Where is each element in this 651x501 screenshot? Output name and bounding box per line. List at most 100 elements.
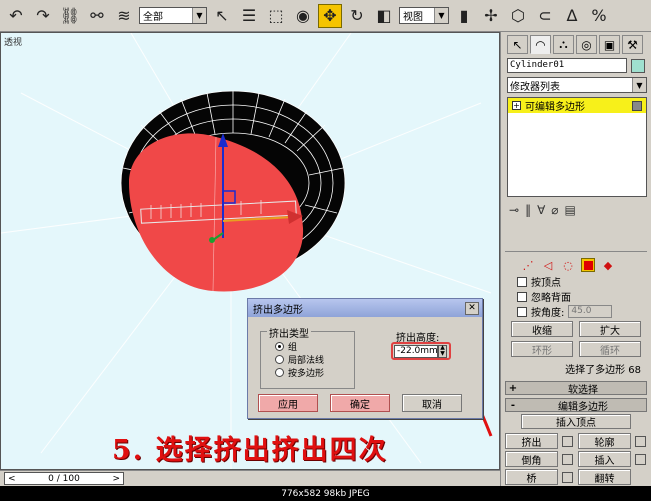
height-spinner[interactable]: ▲ ▼ xyxy=(438,344,447,358)
outline-button[interactable]: 轮廓 xyxy=(578,433,631,449)
soft-selection-label: 软选择 xyxy=(568,384,598,396)
unlink-icon[interactable]: ⚯ xyxy=(85,4,109,28)
radio-by-polygon-option[interactable]: 按多边形 xyxy=(261,366,354,379)
create-tab[interactable]: ↖ xyxy=(507,35,528,54)
cancel-button[interactable]: 取消 xyxy=(402,394,462,412)
motion-tab[interactable]: ◎ xyxy=(576,35,597,54)
expand-icon: + xyxy=(508,382,518,394)
apply-button[interactable]: 应用 xyxy=(258,394,318,412)
chevron-down-icon: ▼ xyxy=(192,8,206,23)
loop-button[interactable]: 循环 xyxy=(579,341,641,357)
rotate-icon[interactable]: ↻ xyxy=(345,4,369,28)
panel-tabs: ↖ ◠ ⛬ ◎ ▣ ⚒ xyxy=(501,32,651,54)
window-crossing-icon[interactable]: ◉ xyxy=(291,4,315,28)
radio-button-local-normal[interactable] xyxy=(275,355,284,364)
show-end-result-icon[interactable]: ‖ xyxy=(525,203,531,217)
by-angle-row[interactable]: 按角度: 45.0 xyxy=(505,304,647,319)
extrusion-height-input[interactable]: -22.0mm xyxy=(394,344,438,358)
close-icon[interactable]: ✕ xyxy=(465,301,479,315)
extrusion-type-label: 挤出类型 xyxy=(267,325,311,340)
bridge-button[interactable]: 桥 xyxy=(505,469,558,485)
modify-tab[interactable]: ◠ xyxy=(530,35,551,54)
align-icon[interactable]: ⬡ xyxy=(506,4,530,28)
angle-input[interactable]: 45.0 xyxy=(568,305,613,318)
expand-icon[interactable]: + xyxy=(512,101,521,110)
edit-polygon-buttons: 挤出 轮廓 倒角 插入 桥 翻转 xyxy=(501,431,651,487)
select-by-name-icon[interactable]: ☰ xyxy=(237,4,261,28)
shrink-button[interactable]: 收缩 xyxy=(511,321,573,337)
selection-filter-dropdown[interactable]: 全部 ▼ xyxy=(139,7,207,24)
region-select-icon[interactable]: ⬚ xyxy=(264,4,288,28)
utilities-tab[interactable]: ⚒ xyxy=(622,35,643,54)
select-icon[interactable]: ↖ xyxy=(210,4,234,28)
modifier-list-label: 修改器列表 xyxy=(510,81,560,93)
outline-settings-icon[interactable] xyxy=(635,435,646,447)
configure-sets-icon[interactable]: ▤ xyxy=(565,203,576,217)
bind-space-warp-icon[interactable]: ≋ xyxy=(112,4,136,28)
edit-polygons-label: 编辑多边形 xyxy=(558,401,608,413)
grow-button[interactable]: 扩大 xyxy=(579,321,641,337)
mirror-icon[interactable]: ✢ xyxy=(479,4,503,28)
scale-icon[interactable]: ◧ xyxy=(372,4,396,28)
by-angle-label: 按角度: xyxy=(531,308,565,319)
polygon-icon[interactable] xyxy=(581,258,595,272)
object-name-field[interactable]: Cylinder01 xyxy=(507,58,627,73)
remove-modifier-icon[interactable]: ⌀ xyxy=(551,203,558,217)
extrusion-type-group: 挤出类型 组 局部法线 按多边形 xyxy=(260,325,355,389)
bevel-button[interactable]: 倒角 xyxy=(505,451,558,467)
radio-button-by-polygon[interactable] xyxy=(275,368,284,377)
edge-icon[interactable]: ◁ xyxy=(541,258,555,272)
move-icon[interactable]: ✥ xyxy=(318,3,342,28)
soft-selection-rollout[interactable]: + 软选择 xyxy=(505,381,647,396)
angle-snap-icon[interactable]: ∆ xyxy=(560,4,584,28)
by-vertex-row[interactable]: 按顶点 xyxy=(505,274,647,289)
selection-filter-value: 全部 xyxy=(143,12,163,23)
link-icon[interactable]: ⛓ xyxy=(58,4,82,28)
stack-item-toggle-icon[interactable] xyxy=(632,100,642,111)
extrude-button[interactable]: 挤出 xyxy=(505,433,558,449)
radio-button-group[interactable] xyxy=(275,342,284,351)
display-tab[interactable]: ▣ xyxy=(599,35,620,54)
image-info-bar: 776x582 98kb JPEG xyxy=(0,486,651,501)
ok-button[interactable]: 确定 xyxy=(330,394,390,412)
option-label-group: 组 xyxy=(288,343,298,353)
slider-right-icon: > xyxy=(112,473,120,484)
dialog-titlebar[interactable]: 挤出多边形 ✕ xyxy=(248,299,482,317)
ring-button[interactable]: 环形 xyxy=(511,341,573,357)
hierarchy-tab[interactable]: ⛬ xyxy=(553,35,574,54)
modifier-list-dropdown[interactable]: 修改器列表 ▼ xyxy=(507,77,647,93)
pivot-icon[interactable]: ▮ xyxy=(452,4,476,28)
by-vertex-checkbox[interactable] xyxy=(517,276,527,287)
collapse-icon: - xyxy=(510,399,516,411)
coordinate-system-dropdown[interactable]: 视图 ▼ xyxy=(399,7,449,24)
pin-stack-icon[interactable]: ⊸ xyxy=(509,203,519,217)
ignore-backfacing-row[interactable]: 忽略背面 xyxy=(505,289,647,304)
undo-icon[interactable]: ↶ xyxy=(4,4,28,28)
flip-button[interactable]: 翻转 xyxy=(578,469,631,485)
bevel-settings-icon[interactable] xyxy=(562,453,573,465)
radio-group-option[interactable]: 组 xyxy=(261,340,354,353)
time-slider[interactable]: < 0 / 100 > xyxy=(4,472,124,485)
inset-settings-icon[interactable] xyxy=(635,453,646,465)
by-angle-checkbox[interactable] xyxy=(517,306,527,317)
extrude-settings-icon[interactable] xyxy=(562,435,573,447)
percent-snap-icon[interactable]: % xyxy=(587,4,611,28)
edit-polygons-rollout[interactable]: - 编辑多边形 xyxy=(505,398,647,413)
ignore-backfacing-checkbox[interactable] xyxy=(517,291,527,302)
stack-item-editable-poly[interactable]: + 可编辑多边形 xyxy=(508,98,646,113)
option-label-local-normal: 局部法线 xyxy=(288,356,325,366)
dialog-title: 挤出多边形 xyxy=(253,304,303,316)
chevron-down-icon: ▼ xyxy=(434,8,448,23)
make-unique-icon[interactable]: ∀ xyxy=(537,203,545,217)
insert-vertex-button[interactable]: 插入顶点 xyxy=(521,414,631,429)
snap-icon[interactable]: ⊂ xyxy=(533,4,557,28)
redo-icon[interactable]: ↷ xyxy=(31,4,55,28)
radio-local-normal-option[interactable]: 局部法线 xyxy=(261,353,354,366)
object-color-swatch[interactable] xyxy=(631,58,645,73)
vertex-icon[interactable]: ⋰ xyxy=(521,258,535,272)
border-icon[interactable]: ◌ xyxy=(561,258,575,272)
inset-button[interactable]: 插入 xyxy=(578,451,631,467)
stack-tools: ⊸ ‖ ∀ ⌀ ▤ xyxy=(501,197,651,223)
bridge-settings-icon[interactable] xyxy=(562,471,573,483)
element-icon[interactable]: ◆ xyxy=(601,258,615,272)
